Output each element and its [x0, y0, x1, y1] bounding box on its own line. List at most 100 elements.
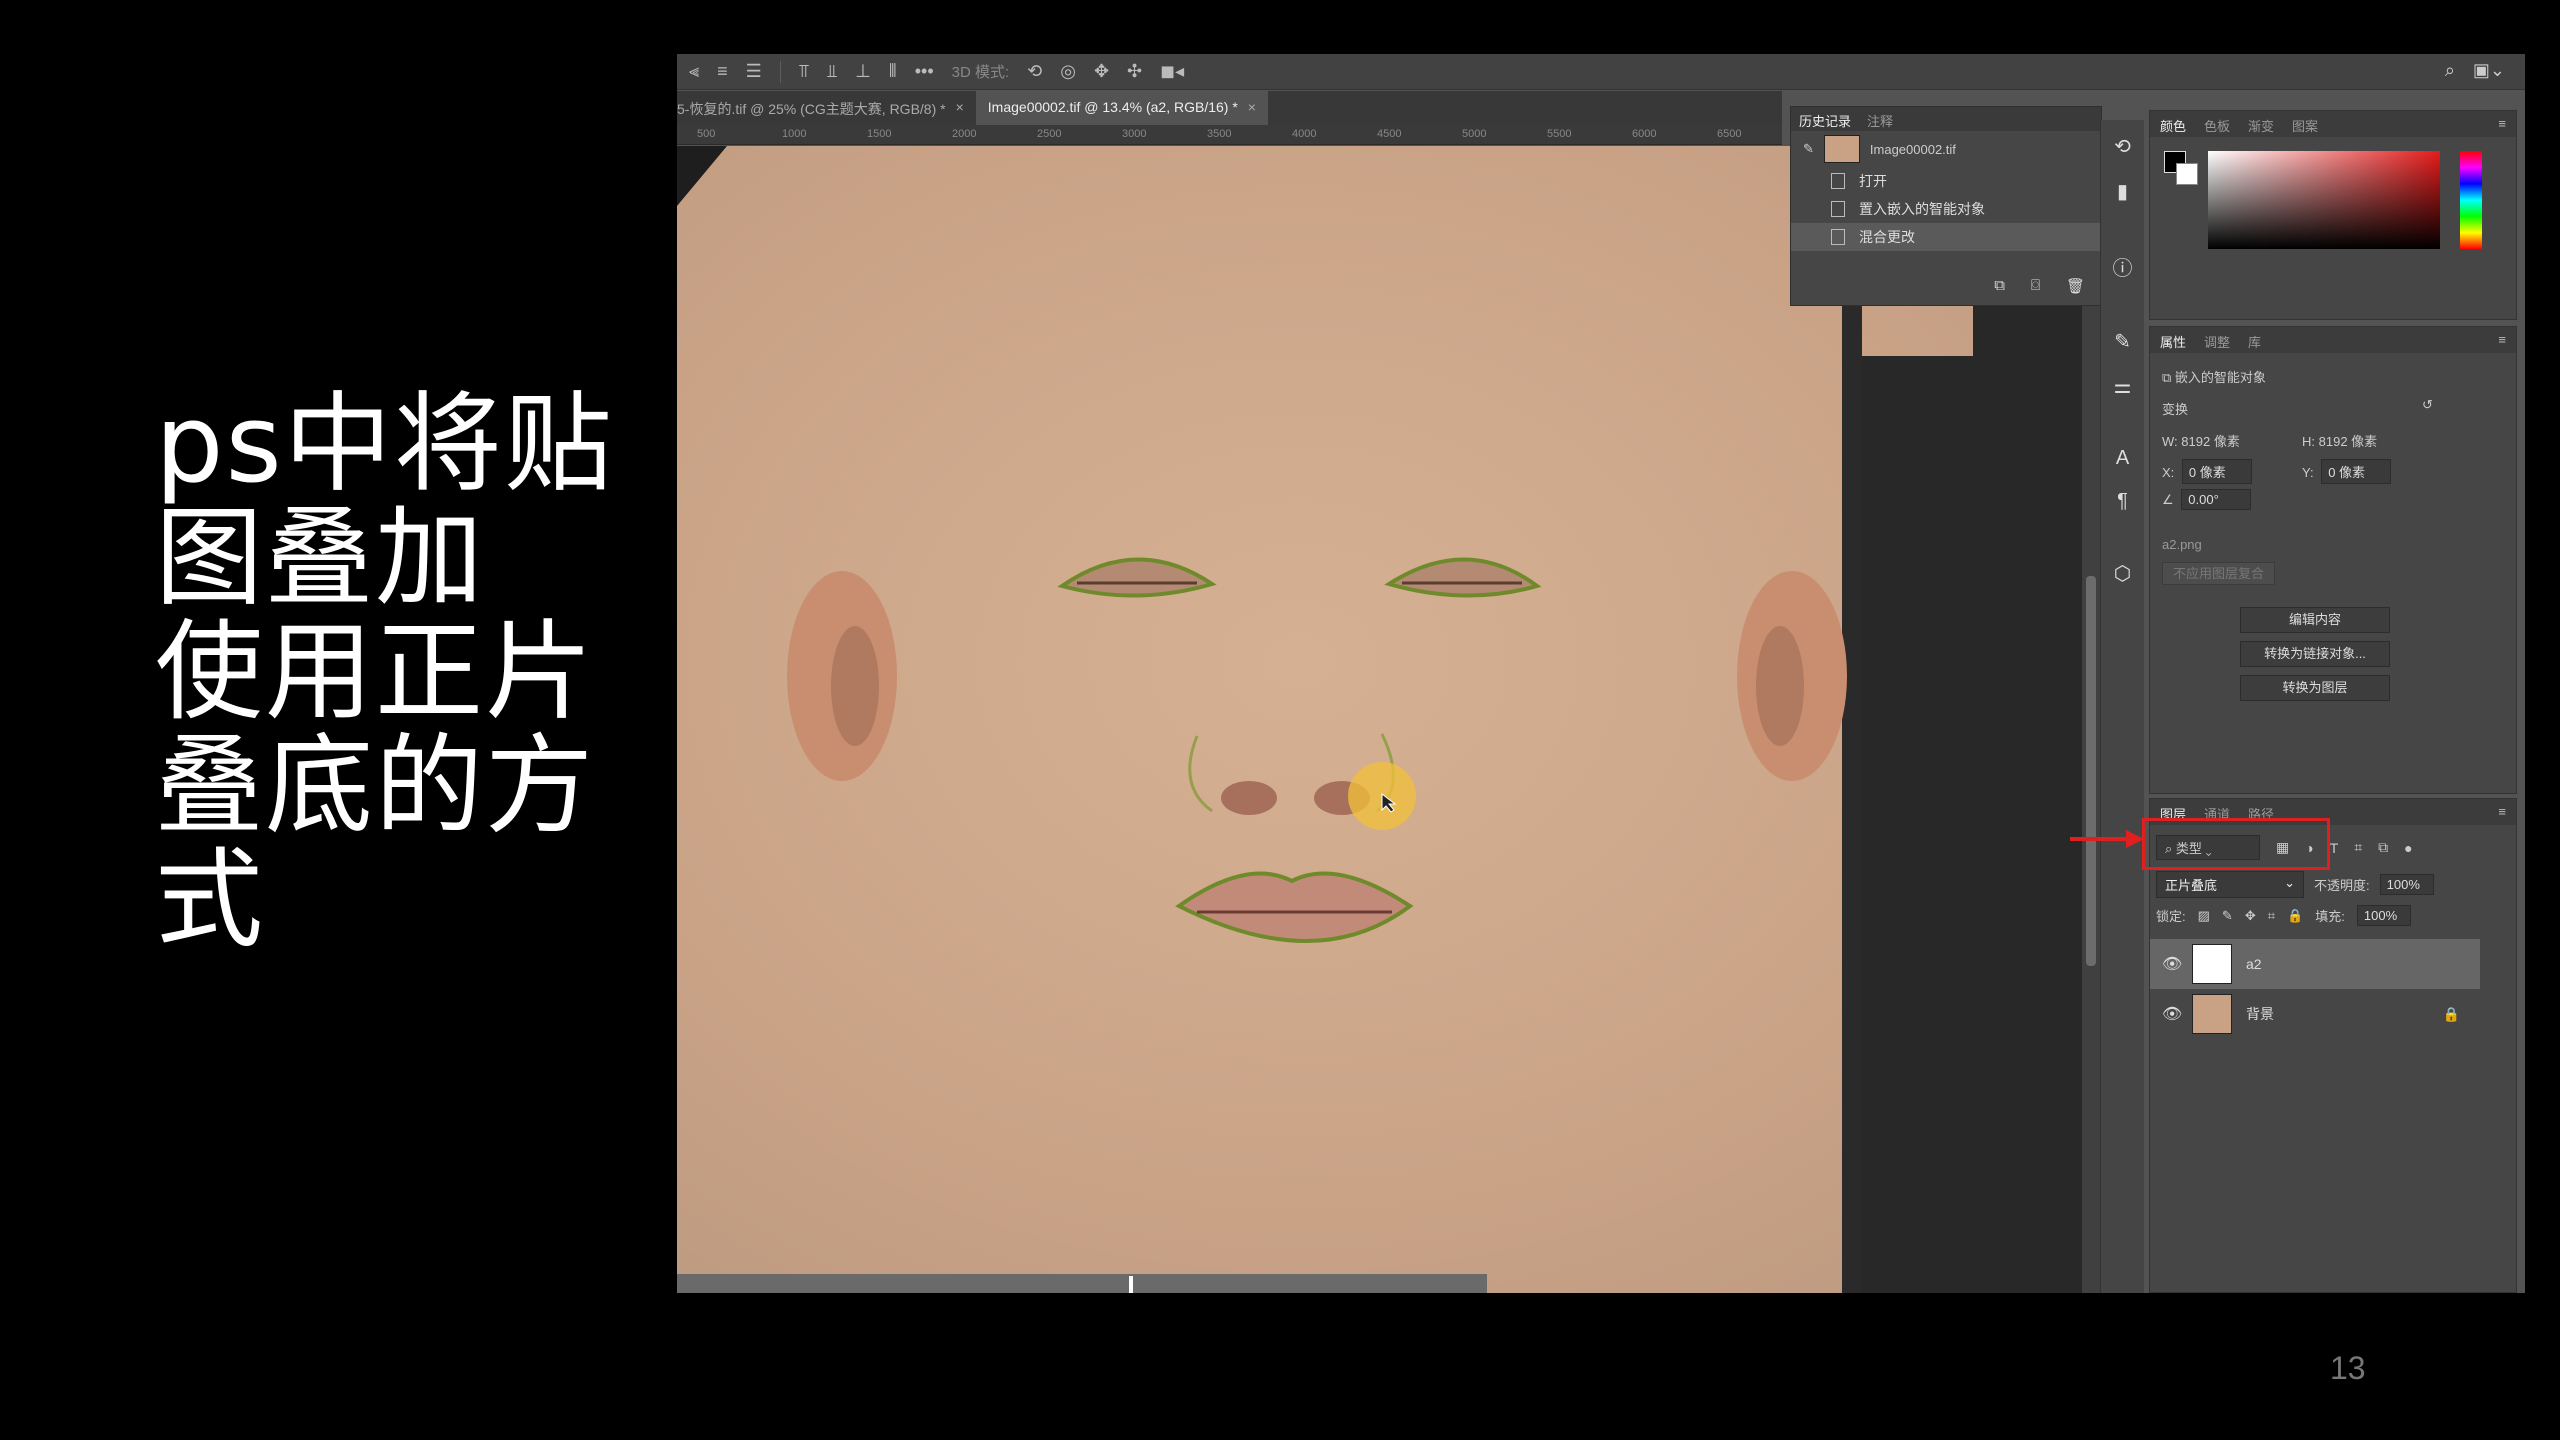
layer-comp-select[interactable]: 不应用图层复合: [2162, 562, 2276, 585]
3d-scale-icon[interactable]: ◼◂: [1160, 61, 1184, 82]
canvas-area[interactable]: [677, 146, 2082, 1293]
opacity-field[interactable]: 100%: [2379, 874, 2434, 895]
canvas-corner: [677, 146, 727, 206]
h-value[interactable]: 8192 像素: [2319, 434, 2378, 449]
tab-properties[interactable]: 属性: [2160, 332, 2186, 350]
layer-row-a2[interactable]: 👁 a2: [2150, 939, 2480, 989]
tab-swatches[interactable]: 色板: [2204, 116, 2230, 134]
h-scrollbar[interactable]: [677, 1274, 1487, 1293]
info-icon[interactable]: ⓘ: [2113, 252, 2133, 281]
convert-to-linked-button[interactable]: 转换为链接对象...: [2240, 641, 2390, 667]
layer-name: 背景: [2246, 1006, 2274, 1022]
y-row: Y: 0 像素: [2302, 459, 2392, 484]
background-color[interactable]: [2176, 163, 2198, 185]
options-bar: ⫷ ≡ ☰ ⫪ ⫫ ⊥ ⦀ ••• 3D 模式: ⟲ ◎ ✥ ✣ ◼◂ ⌕ ▣⌄: [677, 54, 2525, 90]
color-picker-field[interactable]: [2208, 151, 2440, 249]
tab-patterns[interactable]: 图案: [2292, 116, 2318, 134]
right-ear-inner: [1756, 626, 1804, 746]
tab-doc-2[interactable]: Image00002.tif @ 13.4% (a2, RGB/16) * ×: [975, 91, 1268, 125]
history-item[interactable]: 打开: [1791, 167, 2101, 195]
blend-mode-select[interactable]: 正片叠底 ⌄: [2156, 871, 2304, 898]
lock-artboard-icon[interactable]: ⌗: [2268, 908, 2275, 924]
new-document-icon[interactable]: ⧉: [1994, 277, 2005, 295]
ruler-tick: 2500: [1037, 128, 1062, 140]
vertical-scrollbar[interactable]: [2082, 146, 2100, 1293]
3d-icon[interactable]: ⬡: [2114, 561, 2131, 586]
align-left-icon[interactable]: ⫷: [689, 61, 699, 82]
tab-notes[interactable]: 注释: [1867, 111, 1893, 129]
distribute-h-icon[interactable]: ⦀: [889, 61, 897, 82]
reset-icon[interactable]: ↺: [2422, 397, 2433, 413]
3d-pan-icon[interactable]: ✥: [1094, 61, 1109, 82]
annotation-arrow-icon: [2070, 830, 2144, 848]
history-snapshot[interactable]: ✎ Image00002.tif: [1791, 131, 2101, 167]
w-label: W:: [2162, 434, 2178, 449]
character-icon[interactable]: A: [2116, 447, 2129, 470]
canvas-edge: [1842, 246, 1862, 1293]
3d-roll-icon[interactable]: ◎: [1060, 61, 1076, 82]
more-options-button[interactable]: •••: [915, 61, 934, 82]
angle-field[interactable]: 0.00°: [2181, 489, 2252, 510]
lock-position-icon[interactable]: ✥: [2245, 908, 2256, 924]
tab-adjustments[interactable]: 调整: [2204, 332, 2230, 350]
search-icon[interactable]: ⌕: [2445, 60, 2455, 81]
shape-filter-icon[interactable]: ⌗: [2354, 839, 2362, 856]
edit-contents-button[interactable]: 编辑内容: [2240, 607, 2390, 633]
ruler-tick: 4000: [1292, 128, 1317, 140]
align-right-icon[interactable]: ☰: [746, 61, 762, 82]
filter-toggle-icon[interactable]: ●: [2404, 840, 2412, 856]
scroll-marker: [1129, 1276, 1133, 1293]
chevron-down-icon: ⌄: [2284, 875, 2295, 890]
3d-orbit-icon[interactable]: ⟲: [1027, 61, 1042, 82]
annotation-highlight-box: [2142, 818, 2330, 870]
tab-history[interactable]: 历史记录: [1799, 111, 1851, 129]
opacity-label: 不透明度:: [2314, 878, 2370, 893]
hue-slider[interactable]: [2460, 151, 2482, 249]
workspace-icon[interactable]: ▣⌄: [2473, 60, 2505, 81]
align-center-icon[interactable]: ≡: [717, 61, 728, 82]
lock-pixels-icon[interactable]: ✎: [2222, 908, 2233, 924]
distribute-bottom-icon[interactable]: ⊥: [855, 61, 871, 82]
divider: [779, 60, 781, 83]
fill-field[interactable]: 100%: [2356, 905, 2411, 926]
color-panel: 颜色 色板 渐变 图案 ≡: [2149, 110, 2517, 320]
w-value[interactable]: 8192 像素: [2181, 434, 2240, 449]
adjustments-icon[interactable]: ⚌: [2114, 374, 2132, 399]
lock-all-icon[interactable]: 🔒: [2287, 908, 2303, 924]
face-texture-canvas[interactable]: [677, 146, 1973, 1293]
tab-libraries[interactable]: 库: [2248, 332, 2261, 350]
comment-icon[interactable]: ▮: [2117, 179, 2128, 204]
history-item[interactable]: 置入嵌入的智能对象: [1791, 195, 2101, 223]
y-field[interactable]: 0 像素: [2321, 459, 2392, 484]
convert-to-layers-button[interactable]: 转换为图层: [2240, 675, 2390, 701]
mouth: [1175, 871, 1414, 943]
scrollbar-thumb[interactable]: [2086, 576, 2096, 966]
brush-settings-icon[interactable]: ✎: [2114, 329, 2131, 354]
history-item-label: 置入嵌入的智能对象: [1859, 201, 1985, 217]
smart-filter-icon[interactable]: ⧉: [2378, 839, 2388, 856]
lock-transparent-icon[interactable]: ▨: [2198, 908, 2210, 924]
layer-row-background[interactable]: 👁 背景 🔒: [2150, 989, 2480, 1039]
trash-icon[interactable]: 🗑: [2066, 277, 2085, 295]
panel-menu-icon[interactable]: ≡: [2498, 804, 2506, 820]
history-item-selected[interactable]: 混合更改: [1791, 223, 2101, 251]
panel-menu-icon[interactable]: ≡: [2498, 116, 2506, 132]
3d-slide-icon[interactable]: ✣: [1127, 61, 1142, 82]
tab-color[interactable]: 颜色: [2160, 116, 2186, 134]
color-swatches[interactable]: [2164, 151, 2200, 187]
distribute-middle-icon[interactable]: ⫫: [827, 61, 837, 82]
history-item-label: 混合更改: [1859, 229, 1915, 245]
type-filter-icon[interactable]: T: [2330, 840, 2339, 856]
eye-icon[interactable]: 👁: [2162, 1004, 2182, 1024]
history-icon[interactable]: ⟲: [2114, 134, 2131, 159]
x-field[interactable]: 0 像素: [2181, 459, 2252, 484]
paragraph-icon[interactable]: ¶: [2117, 490, 2128, 513]
tab-gradients[interactable]: 渐变: [2248, 116, 2274, 134]
eye-icon[interactable]: 👁: [2162, 954, 2182, 974]
camera-icon[interactable]: ⌼: [2031, 277, 2040, 295]
close-icon[interactable]: ×: [1248, 99, 1256, 125]
panel-menu-icon[interactable]: ≡: [2498, 332, 2506, 348]
tab-doc-1[interactable]: 5-恢复的.tif @ 25% (CG主题大赛, RGB/8) * ×: [677, 91, 976, 125]
distribute-top-icon[interactable]: ⫪: [799, 61, 809, 82]
close-icon[interactable]: ×: [956, 99, 964, 125]
